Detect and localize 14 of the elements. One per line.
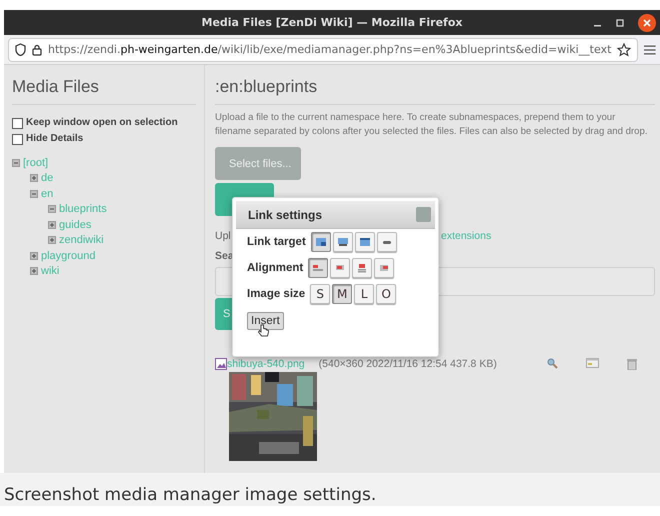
url-text: https://zendi.ph-weingarten.de/wiki/lib/exe/mediamanager.php?ns=en%3Ablueprints&edid=wiki__text	[48, 43, 612, 56]
caption-text: Screenshot media manager image settings.	[4, 484, 376, 506]
window-title: Media Files [ZenDi Wiki] — Mozilla Firefox	[202, 16, 462, 30]
sidebar-title: Media Files	[12, 77, 196, 106]
upload-instructions: Upload a file to the current namespace here. To create subnamespaces, prepend them to your filename separated by colons after you selected the files. Files can also be selected by drag and drop.	[215, 111, 649, 140]
option-label: Alignment	[247, 262, 304, 274]
option-label: Link target	[247, 236, 306, 248]
dialog-title: Link settings	[248, 208, 324, 222]
option-label: Image size	[247, 288, 306, 300]
file-details: (540×360 2022/11/16 12:54 437.8 KB)	[318, 358, 497, 370]
namespace-title: :en:blueprints	[215, 77, 655, 106]
checkbox-label: Hide Details	[26, 132, 84, 144]
upload-hint: Upl	[215, 230, 231, 242]
checkbox-label: Keep window open on selection	[26, 116, 178, 128]
